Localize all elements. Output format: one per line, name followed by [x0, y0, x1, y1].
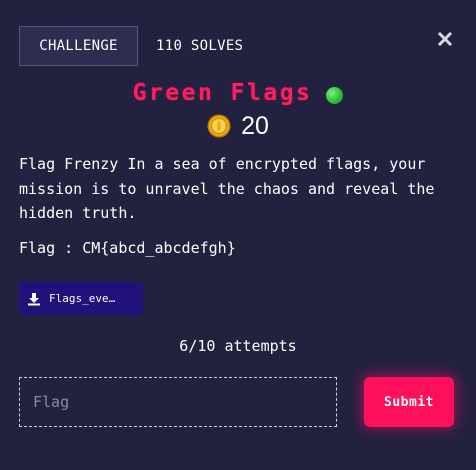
- status-dot-icon: [326, 86, 344, 104]
- points-row: 20: [0, 110, 476, 142]
- close-icon: [438, 32, 452, 46]
- submit-button[interactable]: Submit: [364, 377, 454, 427]
- title-row: Green Flags: [0, 78, 476, 108]
- coin-icon: [207, 114, 231, 138]
- tab-challenge[interactable]: CHALLENGE: [19, 26, 138, 66]
- tab-solves[interactable]: 110 SOLVES: [156, 26, 243, 66]
- close-button[interactable]: [433, 27, 457, 51]
- flag-input[interactable]: [19, 377, 337, 427]
- file-label: Flags_eve…: [49, 292, 116, 305]
- challenge-title: Green Flags: [132, 80, 313, 106]
- download-icon: [28, 292, 40, 305]
- flag-format-hint: Flag : CM{abcd_abcdefgh}: [19, 239, 236, 257]
- attempts-counter: 6/10 attempts: [179, 337, 297, 355]
- points-value: 20: [241, 111, 269, 140]
- download-file-button[interactable]: Flags_eve…: [19, 282, 143, 315]
- challenge-description: Flag Frenzy In a sea of encrypted flags,…: [19, 155, 435, 222]
